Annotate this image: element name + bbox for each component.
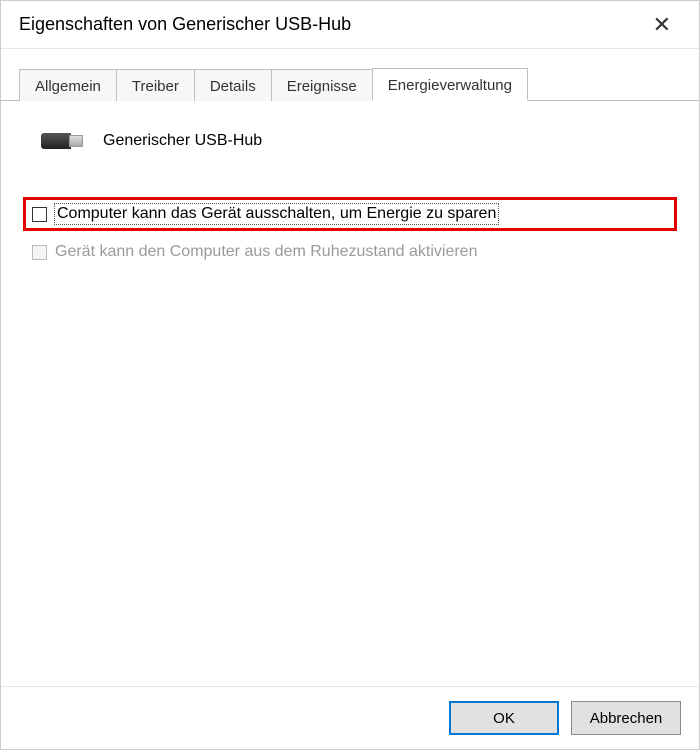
dialog-footer: OK Abbrechen	[1, 686, 699, 749]
tab-content: Generischer USB-Hub Computer kann das Ge…	[1, 101, 699, 686]
highlighted-option-row: Computer kann das Gerät ausschalten, um …	[23, 197, 677, 231]
properties-window: Eigenschaften von Generischer USB-Hub ✕ …	[0, 0, 700, 750]
tabstrip: Allgemein Treiber Details Ereignisse Ene…	[1, 49, 699, 101]
close-icon[interactable]: ✕	[643, 10, 681, 40]
tab-events[interactable]: Ereignisse	[271, 69, 373, 101]
tab-general[interactable]: Allgemein	[19, 69, 117, 101]
tab-power-management[interactable]: Energieverwaltung	[372, 68, 528, 101]
checkbox-allow-wake	[32, 245, 47, 260]
tab-driver[interactable]: Treiber	[116, 69, 195, 101]
window-title: Eigenschaften von Generischer USB-Hub	[19, 14, 351, 35]
ok-button[interactable]: OK	[449, 701, 559, 735]
titlebar: Eigenschaften von Generischer USB-Hub ✕	[1, 1, 699, 49]
usb-plug-icon	[41, 125, 83, 157]
label-allow-wake: Gerät kann den Computer aus dem Ruhezust…	[55, 243, 477, 261]
tab-details[interactable]: Details	[194, 69, 272, 101]
option-row-wake: Gerät kann den Computer aus dem Ruhezust…	[23, 239, 677, 265]
device-header: Generischer USB-Hub	[23, 125, 677, 157]
checkbox-allow-power-off[interactable]	[32, 207, 47, 222]
cancel-button[interactable]: Abbrechen	[571, 701, 681, 735]
label-allow-power-off: Computer kann das Gerät ausschalten, um …	[55, 204, 498, 224]
device-name-label: Generischer USB-Hub	[103, 132, 262, 150]
